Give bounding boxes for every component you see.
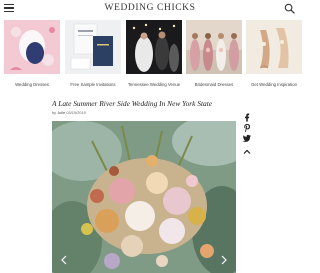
wedding-inspiration-image bbox=[246, 20, 302, 74]
carousel-card-wedding-dresses[interactable]: Wedding Dresses bbox=[4, 20, 60, 94]
chevron-right-icon[interactable] bbox=[220, 255, 228, 265]
carousel-card-wedding-inspiration[interactable]: Get Wedding Inspiration bbox=[246, 20, 302, 94]
carousel-card-label: Tennessee Wedding Venue bbox=[127, 82, 181, 87]
carousel-card-label: Wedding Dresses bbox=[15, 82, 49, 87]
site-header: WEDDING CHICKS bbox=[0, 0, 300, 18]
post-title: A Late Summer River Side Wedding In New … bbox=[52, 99, 213, 108]
wedding-venue-image bbox=[126, 20, 182, 74]
carousel-card-tennessee-wedding-venue[interactable]: Tennessee Wedding Venue bbox=[126, 20, 182, 94]
site-title[interactable]: WEDDING CHICKS bbox=[0, 3, 300, 13]
twitter-icon[interactable] bbox=[242, 133, 252, 143]
hero-photo[interactable] bbox=[52, 121, 236, 273]
byline-prefix: by bbox=[52, 110, 57, 115]
carousel-card-bridesmaid-dresses[interactable]: Bridesmaid Dresses bbox=[186, 20, 242, 94]
post-byline: by Julie 03/15/2019 bbox=[52, 110, 86, 115]
wedding-dresses-image bbox=[4, 20, 60, 74]
search-icon[interactable] bbox=[284, 3, 295, 14]
bridesmaid-dresses-image bbox=[186, 20, 242, 74]
invitations-image bbox=[65, 20, 121, 74]
facebook-icon[interactable] bbox=[242, 112, 252, 122]
carousel-card-free-sample-invitations[interactable]: Free Sample Invitations bbox=[65, 20, 121, 94]
chevron-left-icon[interactable] bbox=[60, 255, 68, 265]
pinterest-icon[interactable] bbox=[242, 123, 252, 133]
carousel-card-label: Free Sample Invitations bbox=[70, 82, 116, 87]
carousel-card-label: Bridesmaid Dresses bbox=[194, 82, 234, 87]
byline-author[interactable]: Julie bbox=[57, 110, 65, 115]
byline-date: 03/15/2019 bbox=[66, 110, 86, 115]
chevron-up-icon[interactable] bbox=[242, 147, 252, 157]
carousel-card-label: Get Wedding Inspiration bbox=[250, 82, 298, 87]
category-carousel: Wedding Dresses Free Sample Invitations bbox=[0, 20, 302, 94]
